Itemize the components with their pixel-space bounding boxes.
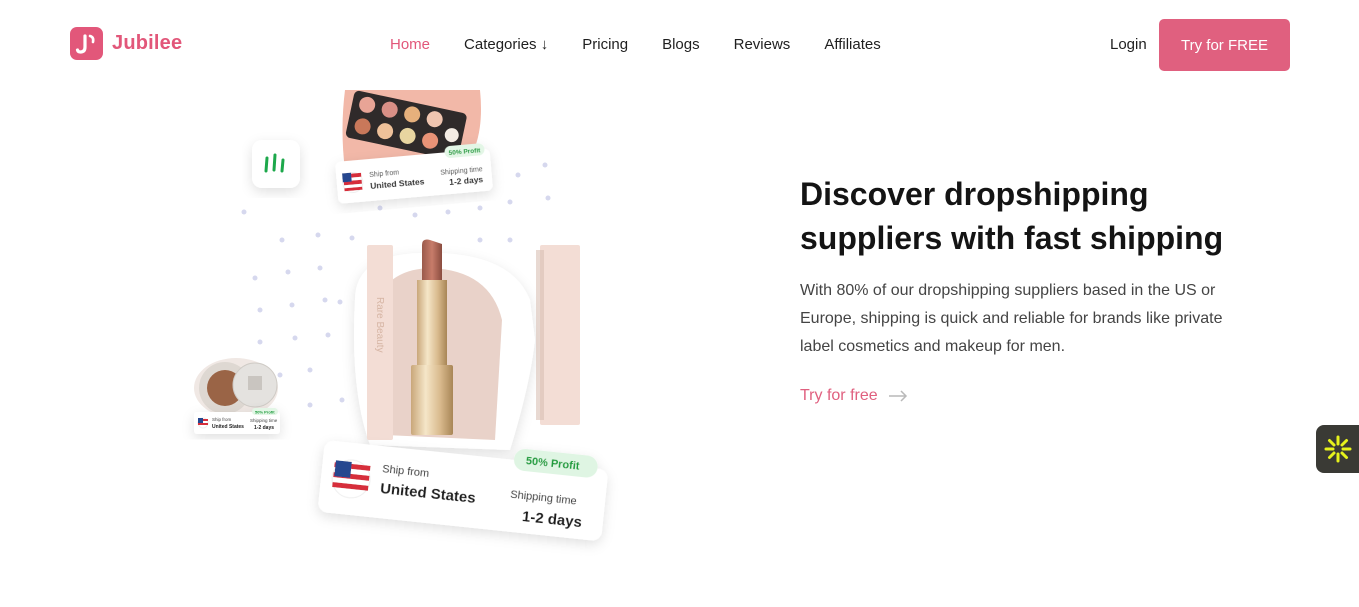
brand-logo[interactable]: Jubilee [70,27,182,60]
arrow-right-icon [888,390,907,402]
small-card-ship-from-value: United States [212,424,244,430]
small-card-profit-badge: 50% Profit [255,410,275,415]
jar-product-card: Ship from United States Shipping time 1-… [194,358,280,434]
try-free-link[interactable]: Try for free [800,387,1250,405]
try-free-link-label: Try for free [800,387,878,404]
nav-affiliates[interactable]: Affiliates [824,36,880,53]
site-header: Jubilee Home Categories ↓ Pricing Blogs … [0,0,1359,90]
nav-pricing[interactable]: Pricing [582,36,628,53]
try-free-button[interactable]: Try for FREE [1159,19,1290,71]
nav-blogs[interactable]: Blogs [662,36,700,53]
lipstick-brand-text: Rare Beauty [374,297,385,353]
nav-home[interactable]: Home [390,36,430,53]
sparkle-icon [1324,435,1351,463]
hero-description: With 80% of our dropshipping suppliers b… [800,282,1223,355]
tag-icon-card [252,140,300,188]
main-nav: Home Categories ↓ Pricing Blogs Reviews … [390,36,881,53]
palette-product-card: Ship from United States Shipping time 1-… [335,90,493,204]
small-card-shipping-label: Shipping time [250,418,278,423]
lipstick-product-scene: Rare Beauty [354,239,580,450]
hero-title: Discover dropshipping suppliers with fas… [800,176,1224,256]
login-link[interactable]: Login [1110,36,1147,53]
nav-categories[interactable]: Categories ↓ [464,36,548,53]
jubilee-logo-icon [70,27,103,60]
hero-illustration: Ship from United States Shipping time 1-… [180,90,650,560]
small-card-ship-from-label: Ship from [212,417,232,422]
small-card-shipping-value: 1-2 days [254,425,274,431]
floating-widget-button[interactable] [1316,425,1359,473]
brand-name: Jubilee [112,32,183,54]
product-collage: Ship from United States Shipping time 1-… [194,90,608,541]
hero-content: Discover dropshipping suppliers with fas… [800,172,1250,405]
nav-reviews[interactable]: Reviews [734,36,791,53]
